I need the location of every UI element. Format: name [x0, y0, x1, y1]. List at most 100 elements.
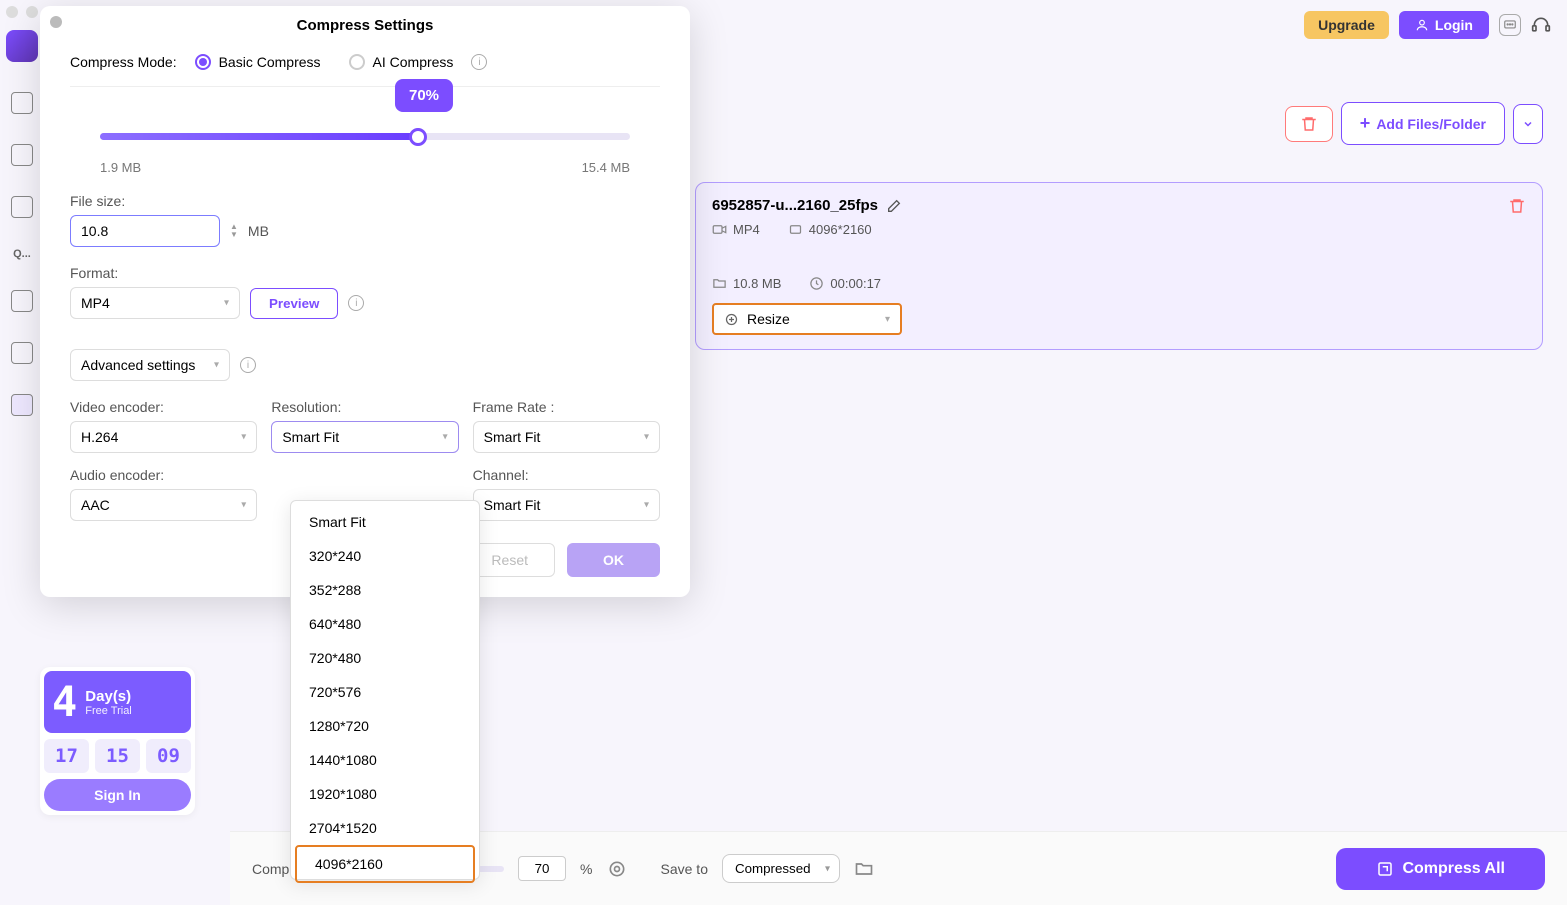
resolution-label: Resolution:: [271, 399, 458, 415]
add-files-button[interactable]: + Add Files/Folder: [1341, 102, 1505, 145]
resolution-option[interactable]: 320*240: [291, 539, 479, 573]
preview-button[interactable]: Preview: [250, 288, 338, 319]
slider-thumb[interactable]: [409, 128, 427, 146]
filesize-stepper[interactable]: ▲▼: [230, 223, 238, 239]
resolution-option[interactable]: 2704*1520: [291, 811, 479, 845]
resize-icon: [724, 312, 739, 327]
edit-icon[interactable]: [886, 198, 902, 214]
info-icon[interactable]: i: [348, 295, 364, 311]
compress-icon: [1376, 860, 1394, 878]
file-format: MP4: [733, 222, 760, 237]
tool-icon[interactable]: [11, 394, 33, 416]
video-icon[interactable]: [11, 342, 33, 364]
slider-max-label: 15.4 MB: [582, 160, 630, 175]
info-icon[interactable]: i: [471, 54, 487, 70]
headset-icon[interactable]: [1531, 15, 1551, 35]
resolution-option[interactable]: Smart Fit: [291, 505, 479, 539]
camera-icon: [712, 222, 727, 237]
dialog-close-button[interactable]: [50, 16, 62, 28]
timer-seconds: 09: [146, 739, 191, 773]
add-files-label: Add Files/Folder: [1376, 116, 1486, 132]
signin-button[interactable]: Sign In: [44, 779, 191, 811]
file-meta: MP4 4096*2160 10.8 MB 00:00:17: [712, 222, 1526, 293]
resolution-value: Smart Fit: [282, 429, 339, 445]
remove-file-button[interactable]: [1508, 197, 1526, 215]
trial-free-label: Free Trial: [85, 705, 131, 717]
mac-close-dot[interactable]: [6, 6, 18, 18]
percent-input[interactable]: [518, 856, 566, 881]
resolution-option[interactable]: 1440*1080: [291, 743, 479, 777]
dialog-title: Compress Settings: [297, 17, 434, 34]
ai-compress-radio[interactable]: [349, 54, 365, 70]
file-duration: 00:00:17: [830, 276, 881, 291]
compress-slider[interactable]: 70%: [70, 113, 660, 140]
audio-encoder-dropdown[interactable]: AAC: [70, 489, 257, 521]
resolution-option[interactable]: 1280*720: [291, 709, 479, 743]
resolution-options-popup: Smart Fit 320*240 352*288 640*480 720*48…: [290, 500, 480, 880]
info-icon[interactable]: i: [240, 357, 256, 373]
list-icon[interactable]: [11, 196, 33, 218]
video-encoder-label: Video encoder:: [70, 399, 257, 415]
compress-all-button[interactable]: Compress All: [1336, 848, 1545, 890]
resolution-option[interactable]: 720*576: [291, 675, 479, 709]
trash-icon: [1300, 115, 1318, 133]
file-card[interactable]: 6952857-u...2160_25fps MP4 4096*2160 10.…: [695, 182, 1543, 350]
toolbar-right: + Add Files/Folder: [1285, 102, 1543, 145]
qr-icon[interactable]: [11, 290, 33, 312]
file-title: 6952857-u...2160_25fps: [712, 197, 878, 214]
trial-promo-card: 4 Day(s) Free Trial 17 15 09 Sign In: [40, 667, 195, 815]
video-encoder-value: H.264: [81, 429, 118, 445]
file-title-row: 6952857-u...2160_25fps: [712, 197, 1526, 214]
channel-value: Smart Fit: [484, 497, 541, 513]
resize-dropdown[interactable]: Resize: [712, 303, 902, 335]
resolution-option[interactable]: 1920*1080: [291, 777, 479, 811]
home-icon[interactable]: [11, 92, 33, 114]
resolution-option[interactable]: 352*288: [291, 573, 479, 607]
stack-icon[interactable]: [11, 144, 33, 166]
format-dropdown[interactable]: MP4: [70, 287, 240, 319]
resolution-option[interactable]: 640*480: [291, 607, 479, 641]
channel-dropdown[interactable]: Smart Fit: [473, 489, 660, 521]
open-folder-icon[interactable]: [854, 859, 874, 879]
dialog-header: Compress Settings: [40, 6, 690, 44]
framerate-dropdown[interactable]: Smart Fit: [473, 421, 660, 453]
upgrade-button[interactable]: Upgrade: [1304, 11, 1389, 39]
divider: [70, 86, 660, 87]
trial-timer: 17 15 09: [44, 739, 191, 773]
resolution-option[interactable]: 720*480: [291, 641, 479, 675]
resize-label: Resize: [747, 311, 790, 327]
slider-value-badge: 70%: [395, 79, 453, 112]
resolution-icon: [788, 222, 803, 237]
ok-button[interactable]: OK: [567, 543, 660, 577]
advanced-settings-dropdown[interactable]: Advanced settings: [70, 349, 230, 381]
format-value: MP4: [81, 295, 110, 311]
trash-icon: [1508, 197, 1526, 215]
filesize-unit: MB: [248, 223, 269, 239]
resolution-dropdown[interactable]: Smart Fit: [271, 421, 458, 453]
framerate-label: Frame Rate :: [473, 399, 660, 415]
timer-minutes: 15: [95, 739, 140, 773]
chevron-down-icon: [1522, 118, 1534, 130]
feedback-icon[interactable]: [1499, 14, 1521, 36]
timer-hours: 17: [44, 739, 89, 773]
mac-min-dot[interactable]: [26, 6, 38, 18]
save-to-select[interactable]: Compressed: [722, 854, 840, 883]
slider-min-label: 1.9 MB: [100, 160, 141, 175]
login-label: Login: [1435, 17, 1473, 33]
delete-all-button[interactable]: [1285, 106, 1333, 142]
settings-target-icon[interactable]: [607, 859, 627, 879]
trial-promo-banner: 4 Day(s) Free Trial: [44, 671, 191, 733]
advanced-label: Advanced settings: [81, 357, 195, 373]
basic-compress-label: Basic Compress: [219, 54, 321, 70]
filesize-input[interactable]: [70, 215, 220, 247]
compress-mode-label: Compress Mode:: [70, 54, 177, 70]
video-encoder-dropdown[interactable]: H.264: [70, 421, 257, 453]
file-size: 10.8 MB: [733, 276, 781, 291]
add-files-dropdown[interactable]: [1513, 104, 1543, 144]
clock-icon: [809, 276, 824, 291]
queue-label: Q...: [13, 248, 31, 260]
file-resolution: 4096*2160: [809, 222, 872, 237]
login-button[interactable]: Login: [1399, 11, 1489, 39]
basic-compress-radio[interactable]: [195, 54, 211, 70]
resolution-option-highlighted[interactable]: 4096*2160: [295, 845, 475, 883]
